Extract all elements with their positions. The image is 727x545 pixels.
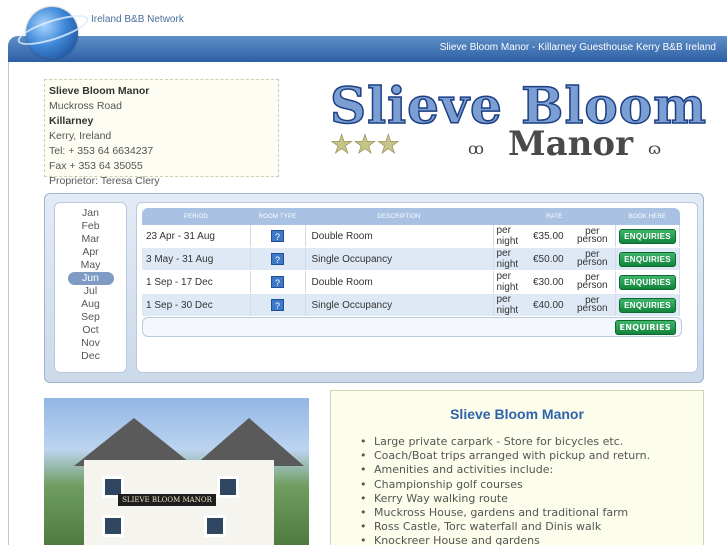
month-aug[interactable]: Aug xyxy=(68,298,114,311)
row-price: €35.00 xyxy=(533,225,570,248)
enquiries-bar: ENQUIRIES xyxy=(142,317,682,337)
list-item: Knockreer House and gardens xyxy=(374,534,650,545)
list-item: Large private carpark - Store for bicycl… xyxy=(374,435,650,449)
table-row: 1 Sep - 30 Dec ? Single Occupancy per ni… xyxy=(142,293,680,317)
address-street: Muckross Road xyxy=(49,100,122,112)
header-band: Slieve Bloom Manor - Killarney Guesthous… xyxy=(8,36,727,62)
row-description: Double Room xyxy=(305,225,494,248)
window xyxy=(102,515,124,537)
page-tagline: Slieve Bloom Manor - Killarney Guesthous… xyxy=(439,42,716,53)
row-per-person: per person xyxy=(569,247,616,271)
house-sign: SLIEVE BLOOM MANOR xyxy=(118,494,216,506)
window xyxy=(204,515,226,537)
enquiries-button[interactable]: ENQUIRIES xyxy=(619,297,676,313)
row-price: €40.00 xyxy=(533,293,570,317)
enquiries-footer-button[interactable]: ENQUIRIES xyxy=(614,320,676,335)
row-per-night: per night xyxy=(493,293,533,317)
table-row: 3 May - 31 Aug ? Single Occupancy per ni… xyxy=(142,247,680,271)
list-item: Coach/Boat trips arranged with pickup an… xyxy=(374,449,650,463)
row-per-night: per night xyxy=(493,270,533,294)
info-box: Slieve Bloom Manor Large private carpark… xyxy=(330,390,704,545)
address-box: Slieve Bloom Manor Muckross Road Killarn… xyxy=(44,79,279,187)
list-item: Ross Castle, Torc waterfall and Dinis wa… xyxy=(374,520,650,534)
fax: Fax + 353 64 35055 xyxy=(49,160,143,172)
enquiries-button[interactable]: ENQUIRIES xyxy=(619,251,676,267)
room-info-icon[interactable]: ? xyxy=(271,298,284,311)
row-per-person: per person xyxy=(569,270,616,294)
book-cell: ENQUIRIES xyxy=(615,225,680,248)
month-nov[interactable]: Nov xyxy=(68,337,114,350)
business-name: Slieve Bloom Manor xyxy=(49,85,150,97)
list-item: Championship golf courses xyxy=(374,478,650,492)
enquiries-button[interactable]: ENQUIRIES xyxy=(619,274,676,290)
month-jan[interactable]: Jan xyxy=(68,207,114,220)
rates-table: PERIOD ROOM TYPE DESCRIPTION RATE BOOK H… xyxy=(142,208,680,317)
roof-gable-right xyxy=(194,418,304,466)
ornament-right-icon: ɷ xyxy=(648,139,662,158)
window xyxy=(217,476,239,498)
month-may[interactable]: May xyxy=(68,259,114,272)
enquiries-button[interactable]: ENQUIRIES xyxy=(619,228,676,244)
rates-table-container: PERIOD ROOM TYPE DESCRIPTION RATE BOOK H… xyxy=(136,202,698,373)
proprietor: Proprietor: Teresa Clery xyxy=(49,175,160,187)
address-county: Kerry, Ireland xyxy=(49,130,112,142)
row-period: 1 Sep - 30 Dec xyxy=(142,293,251,317)
book-cell: ENQUIRIES xyxy=(615,293,680,317)
month-mar[interactable]: Mar xyxy=(68,233,114,246)
header-room-type: ROOM TYPE xyxy=(250,208,305,225)
room-type-cell: ? xyxy=(250,293,306,317)
header-description: DESCRIPTION xyxy=(305,208,493,225)
month-sep[interactable]: Sep xyxy=(68,311,114,324)
month-dec[interactable]: Dec xyxy=(68,350,114,363)
header-rate: RATE xyxy=(493,208,616,225)
ornament-left-icon: ꝏ xyxy=(468,139,484,158)
room-type-cell: ? xyxy=(250,270,306,294)
list-item: Amenities and activities include: xyxy=(374,463,650,477)
book-cell: ENQUIRIES xyxy=(615,247,680,271)
room-info-icon[interactable]: ? xyxy=(271,252,284,265)
row-price: €30.00 xyxy=(533,270,570,294)
list-item: Kerry Way walking route xyxy=(374,492,650,506)
row-per-person: per person xyxy=(569,293,616,317)
page: Ireland B&B Network Slieve Bloom Manor -… xyxy=(0,0,727,545)
month-jun[interactable]: Jun xyxy=(67,272,114,285)
amenities-list: Large private carpark - Store for bicycl… xyxy=(374,435,650,545)
guesthouse-photo: SLIEVE BLOOM MANOR xyxy=(44,398,309,545)
info-title: Slieve Bloom Manor xyxy=(450,406,584,422)
list-item: Muckross House, gardens and traditional … xyxy=(374,506,650,520)
star-rating-icon: ★★★ xyxy=(330,130,401,161)
network-title[interactable]: Ireland B&B Network xyxy=(91,14,184,25)
month-jul[interactable]: Jul xyxy=(68,285,114,298)
row-description: Single Occupancy xyxy=(305,247,494,271)
month-selector: Jan Feb Mar Apr May Jun Jul Aug Sep Oct … xyxy=(54,202,127,373)
row-period: 3 May - 31 Aug xyxy=(142,247,251,271)
month-feb[interactable]: Feb xyxy=(68,220,114,233)
month-apr[interactable]: Apr xyxy=(68,246,114,259)
table-row: 23 Apr - 31 Aug ? Double Room per night … xyxy=(142,225,680,248)
row-per-night: per night xyxy=(493,225,533,248)
logo-subtitle: Manor xyxy=(508,124,633,164)
roof-gable-left xyxy=(74,418,194,466)
room-info-icon[interactable]: ? xyxy=(271,275,284,288)
month-oct[interactable]: Oct xyxy=(68,324,114,337)
telephone: Tel: + 353 64 6634237 xyxy=(49,145,154,157)
room-info-icon[interactable]: ? xyxy=(271,229,284,242)
table-row: 1 Sep - 17 Dec ? Double Room per night €… xyxy=(142,270,680,294)
row-per-night: per night xyxy=(493,247,533,271)
address-town: Killarney xyxy=(49,115,94,127)
row-description: Double Room xyxy=(305,270,494,294)
row-per-person: per person xyxy=(569,225,616,248)
room-type-cell: ? xyxy=(250,225,306,248)
room-type-cell: ? xyxy=(250,247,306,271)
row-price: €50.00 xyxy=(533,247,570,271)
top-bar: Ireland B&B Network xyxy=(0,0,727,59)
row-period: 23 Apr - 31 Aug xyxy=(142,225,251,248)
book-cell: ENQUIRIES xyxy=(615,270,680,294)
row-period: 1 Sep - 17 Dec xyxy=(142,270,251,294)
header-book: BOOK HERE xyxy=(615,208,680,225)
rates-panel: Jan Feb Mar Apr May Jun Jul Aug Sep Oct … xyxy=(44,193,704,383)
header-period: PERIOD xyxy=(142,208,250,225)
row-description: Single Occupancy xyxy=(305,293,494,317)
